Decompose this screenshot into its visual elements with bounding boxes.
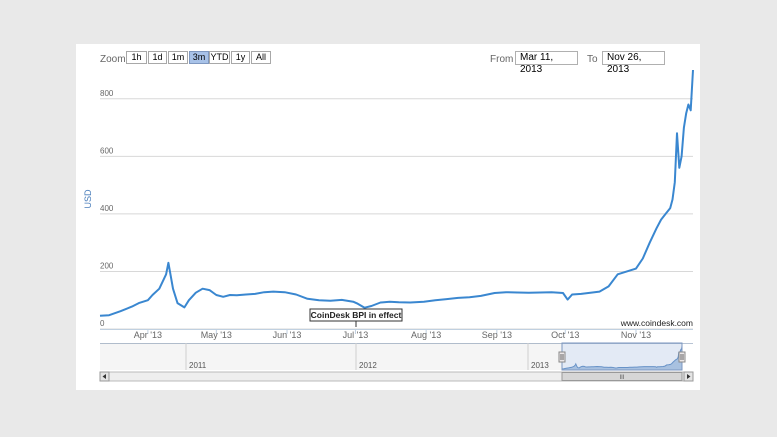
- y-tick-label: 400: [100, 204, 114, 213]
- navigator-handle-box: [678, 351, 686, 363]
- y-axis-label: USD: [83, 189, 93, 209]
- x-tick-label: Oct '13: [551, 330, 579, 340]
- x-tick-label: Jun '13: [273, 330, 302, 340]
- navigator-handle[interactable]: [678, 351, 686, 363]
- x-tick-label: Apr '13: [134, 330, 162, 340]
- y-tick-label: 0: [100, 319, 105, 328]
- x-tick-label: Aug '13: [411, 330, 441, 340]
- x-tick-label: Nov '13: [621, 330, 651, 340]
- navigator-year-label: 2013: [531, 361, 549, 370]
- y-tick-label: 200: [100, 261, 114, 270]
- navigator-handle-box: [558, 351, 566, 363]
- navigator-year-label: 2012: [359, 361, 377, 370]
- navigator-year-label: 2011: [189, 361, 207, 370]
- navigator-outside-mask: [100, 343, 562, 370]
- navigator-handle[interactable]: [558, 351, 566, 363]
- y-tick-label: 600: [100, 146, 114, 155]
- y-tick-label: 800: [100, 89, 114, 98]
- x-tick-label: May '13: [201, 330, 232, 340]
- credit-text: www.coindesk.com: [620, 318, 693, 328]
- x-tick-label: Jul '13: [343, 330, 369, 340]
- x-tick-label: Sep '13: [482, 330, 512, 340]
- annotation-label: CoinDesk BPI in effect: [311, 310, 402, 320]
- scrollbar-right-button[interactable]: [683, 371, 694, 382]
- scrollbar-grip-icon: III: [619, 375, 624, 381]
- bpi-line-chart: 0 200 400 600 800 USD Apr '13 May '13 Jun '13 Jul…: [83, 69, 694, 382]
- series-line-usd: [99, 69, 694, 317]
- scrollbar-left-button[interactable]: [99, 371, 110, 382]
- navigator-selection: [561, 342, 683, 371]
